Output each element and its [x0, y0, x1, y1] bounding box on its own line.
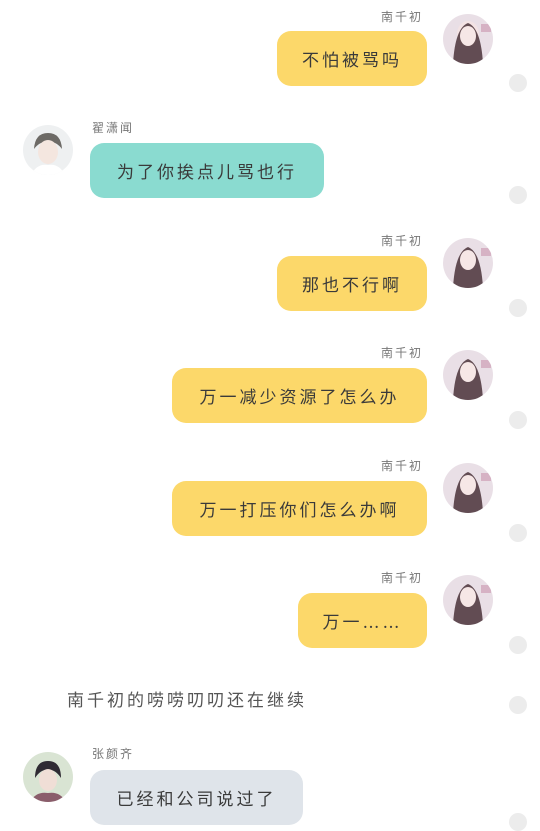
sender-name: 南千初	[381, 234, 424, 248]
avatar[interactable]	[443, 238, 493, 288]
avatar-image	[443, 463, 493, 513]
message-bubble[interactable]: 万一……	[298, 593, 427, 648]
sender-name: 南千初	[381, 459, 424, 473]
avatar-image	[23, 752, 73, 802]
avatar-image	[443, 350, 493, 400]
message-bubble[interactable]: 已经和公司说过了	[90, 770, 303, 825]
status-dot[interactable]	[509, 524, 527, 542]
message-bubble[interactable]: 不怕被骂吗	[277, 31, 427, 86]
status-dot[interactable]	[509, 696, 527, 714]
sender-name: 翟潇闻	[92, 121, 135, 135]
sender-name: 南千初	[381, 571, 424, 585]
avatar-image	[23, 125, 73, 175]
status-dot[interactable]	[509, 411, 527, 429]
status-dot[interactable]	[509, 636, 527, 654]
avatar[interactable]	[23, 752, 73, 802]
sender-name: 张颜齐	[92, 747, 135, 761]
status-dot[interactable]	[509, 74, 527, 92]
message-bubble[interactable]: 万一打压你们怎么办啊	[172, 481, 427, 536]
narration-text: 南千初的唠唠叨叨还在继续	[67, 691, 307, 711]
avatar[interactable]	[443, 463, 493, 513]
sender-name: 南千初	[381, 10, 424, 24]
message-bubble[interactable]: 那也不行啊	[277, 256, 427, 311]
avatar-image	[443, 14, 493, 64]
avatar[interactable]	[443, 350, 493, 400]
avatar[interactable]	[443, 14, 493, 64]
status-dot[interactable]	[509, 186, 527, 204]
message-bubble[interactable]: 为了你挨点儿骂也行	[90, 143, 324, 198]
sender-name: 南千初	[381, 346, 424, 360]
avatar[interactable]	[23, 125, 73, 175]
avatar-image	[443, 238, 493, 288]
message-bubble[interactable]: 万一减少资源了怎么办	[172, 368, 427, 423]
avatar[interactable]	[443, 575, 493, 625]
status-dot[interactable]	[509, 299, 527, 317]
avatar-image	[443, 575, 493, 625]
status-dot[interactable]	[509, 813, 527, 831]
